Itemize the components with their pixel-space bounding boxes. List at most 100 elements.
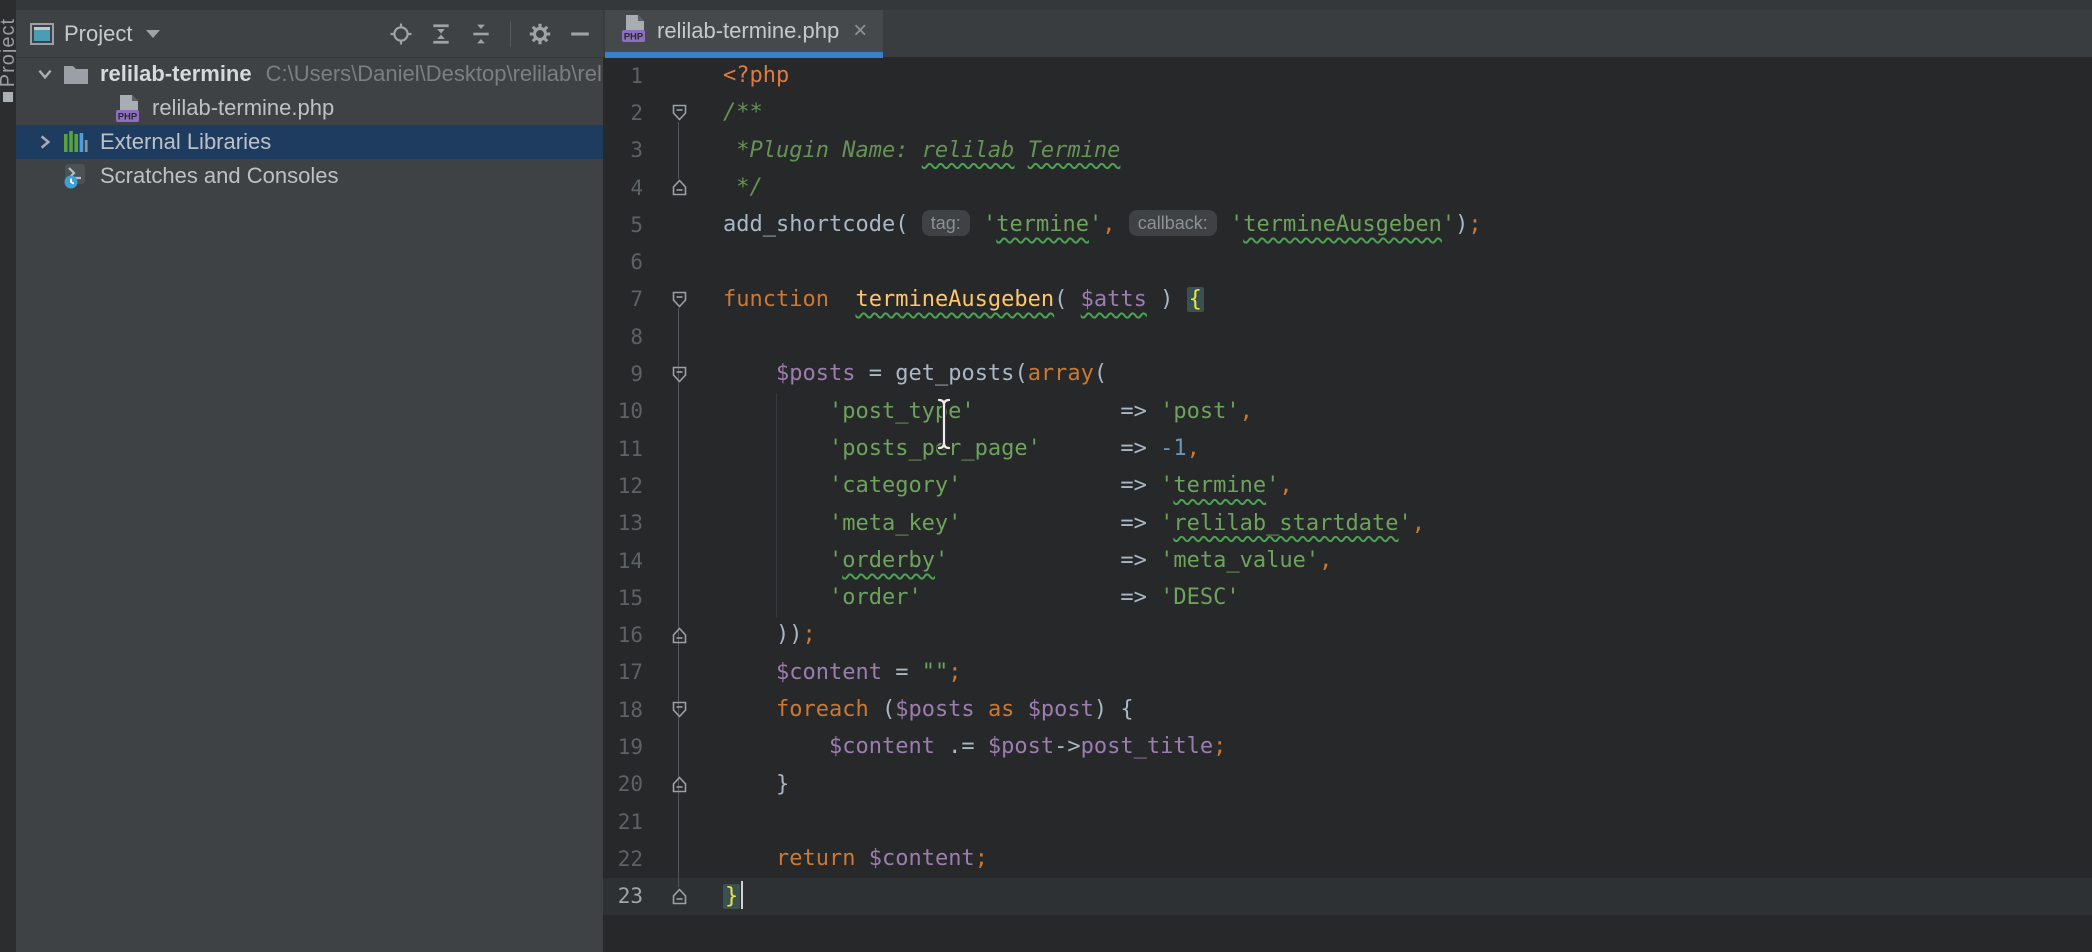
locate-icon[interactable] (388, 21, 414, 47)
fold-marker-close[interactable] (643, 766, 715, 803)
code-token: ( (1094, 361, 1107, 386)
code-token: ' (829, 548, 842, 573)
stripe-project-button[interactable]: Project (0, 18, 16, 87)
code-line-17[interactable]: 17 $content = ""; (603, 654, 2092, 691)
code-line-21[interactable]: 21 (603, 803, 2092, 840)
tree-item-relilab-termine[interactable]: relilab-termineC:\Users\Daniel\Desktop\r… (16, 57, 603, 91)
tree-item-label: relilab-termine.php (152, 95, 334, 121)
code-line-19[interactable]: 19 $content .= $post->post_title; (603, 728, 2092, 765)
code-token: } (723, 884, 740, 909)
code-line-6[interactable]: 6 (603, 243, 2092, 280)
gutter-spacer (643, 243, 715, 280)
code-token: -1 (1160, 436, 1187, 461)
code-token: 'post' (1160, 399, 1239, 424)
chevron-down-icon[interactable] (146, 30, 160, 38)
chevron-right-icon[interactable] (34, 131, 56, 153)
code-line-10[interactable]: 10 'post_type' => 'post', (603, 393, 2092, 430)
fold-marker-open[interactable] (643, 691, 715, 728)
code-line-3[interactable]: 3 *Plugin Name: relilab Termine (603, 132, 2092, 169)
code-line-2[interactable]: 2/** (603, 94, 2092, 131)
code-token (723, 361, 776, 386)
line-number: 4 (603, 176, 643, 200)
line-number: 16 (603, 623, 643, 647)
hide-icon[interactable] (567, 21, 593, 47)
indent-guide (776, 393, 777, 617)
code-line-14[interactable]: 14 'orderby' => 'meta_value', (603, 542, 2092, 579)
code-line-18[interactable]: 18 foreach ($posts as $post) { (603, 691, 2092, 728)
code-text: } (715, 766, 789, 803)
fold-marker-close[interactable] (643, 878, 715, 915)
code-token: 'meta_value' (1160, 548, 1319, 573)
tree-item-external-libraries[interactable]: External Libraries (16, 125, 603, 159)
code-token: * (723, 138, 750, 163)
chevron-down-icon[interactable] (34, 63, 56, 85)
code-line-1[interactable]: 1 <?php (603, 57, 2092, 94)
code-token: $posts (895, 697, 974, 722)
line-number: 14 (603, 549, 643, 573)
code-line-5[interactable]: 5add_shortcode( tag: 'termine', callback… (603, 206, 2092, 243)
code-text: $content = ""; (715, 654, 961, 691)
tree-item-scratches-and-consoles[interactable]: Scratches and Consoles (16, 159, 603, 193)
code-line-4[interactable]: 4 */ (603, 169, 2092, 206)
tab-relilab-termine[interactable]: PHP relilab-termine.php × (605, 10, 883, 52)
code-token (1014, 697, 1027, 722)
code-line-7[interactable]: 7function termineAusgeben( $atts ) { (603, 281, 2092, 318)
code-token: , (1412, 511, 1425, 536)
fold-marker-close[interactable] (643, 169, 715, 206)
fold-marker-open[interactable] (643, 355, 715, 392)
chevron-spacer (86, 97, 108, 119)
code-token: .= (935, 734, 988, 759)
tree-item-label: Scratches and Consoles (100, 163, 338, 189)
code-token: => (1120, 548, 1160, 573)
code-text: 'post_type' => 'post', (715, 393, 1253, 430)
text-caret (741, 881, 743, 909)
code-line-11[interactable]: 11 'posts_per_page' => -1, (603, 430, 2092, 467)
line-number: 1 (603, 64, 643, 88)
code-line-13[interactable]: 13 'meta_key' => 'relilab_startdate', (603, 505, 2092, 542)
close-icon[interactable]: × (853, 19, 867, 43)
code-line-8[interactable]: 8 (603, 318, 2092, 355)
fold-marker-close[interactable] (643, 616, 715, 653)
code-token: $posts (776, 361, 855, 386)
code-line-12[interactable]: 12 'category' => 'termine', (603, 467, 2092, 504)
line-number: 13 (603, 511, 643, 535)
code-token: => (1120, 436, 1160, 461)
line-number: 6 (603, 250, 643, 274)
code-token: $atts (1081, 287, 1147, 312)
code-text: */ (715, 169, 763, 206)
project-panel-title[interactable]: Project (64, 21, 132, 47)
project-tree: relilab-termineC:\Users\Daniel\Desktop\r… (16, 57, 603, 952)
chevron-spacer (34, 165, 56, 187)
line-number: 5 (603, 213, 643, 237)
code-line-23[interactable]: 23} (603, 878, 2092, 915)
code-line-16[interactable]: 16 )); (603, 616, 2092, 653)
project-tool-icon (30, 23, 54, 45)
code-line-20[interactable]: 20 } (603, 766, 2092, 803)
fold-marker-open[interactable] (643, 94, 715, 131)
line-number: 20 (603, 772, 643, 796)
code-editor[interactable]: 1 <?php2/**3 *Plugin Name: relilab Termin… (603, 57, 2092, 952)
code-text: 'orderby' => 'meta_value', (715, 542, 1332, 579)
collapse-all-icon[interactable] (468, 21, 494, 47)
code-text: <?php (715, 57, 789, 94)
code-token: ' (935, 548, 948, 573)
code-text: /** (715, 94, 763, 131)
code-line-15[interactable]: 15 'order' => 'DESC' (603, 579, 2092, 616)
code-token: ( (895, 212, 922, 237)
code-line-9[interactable]: 9 $posts = get_posts(array( (603, 355, 2092, 392)
code-line-22[interactable]: 22 return $content; (603, 840, 2092, 877)
line-number: 9 (603, 362, 643, 386)
settings-icon[interactable] (527, 21, 553, 47)
code-text: 'posts_per_page' => -1, (715, 430, 1200, 467)
code-token: ( (869, 697, 896, 722)
code-token: function (723, 287, 829, 312)
tree-item-relilab-termine-php[interactable]: PHPrelilab-termine.php (16, 91, 603, 125)
code-token: relilab (922, 138, 1015, 163)
fold-marker-open[interactable] (643, 281, 715, 318)
expand-all-icon[interactable] (428, 21, 454, 47)
code-token: $post (988, 734, 1054, 759)
code-token: $content (776, 660, 882, 685)
code-token: => (1120, 399, 1160, 424)
code-token: 'meta_key' (829, 511, 961, 536)
code-token (1217, 212, 1230, 237)
